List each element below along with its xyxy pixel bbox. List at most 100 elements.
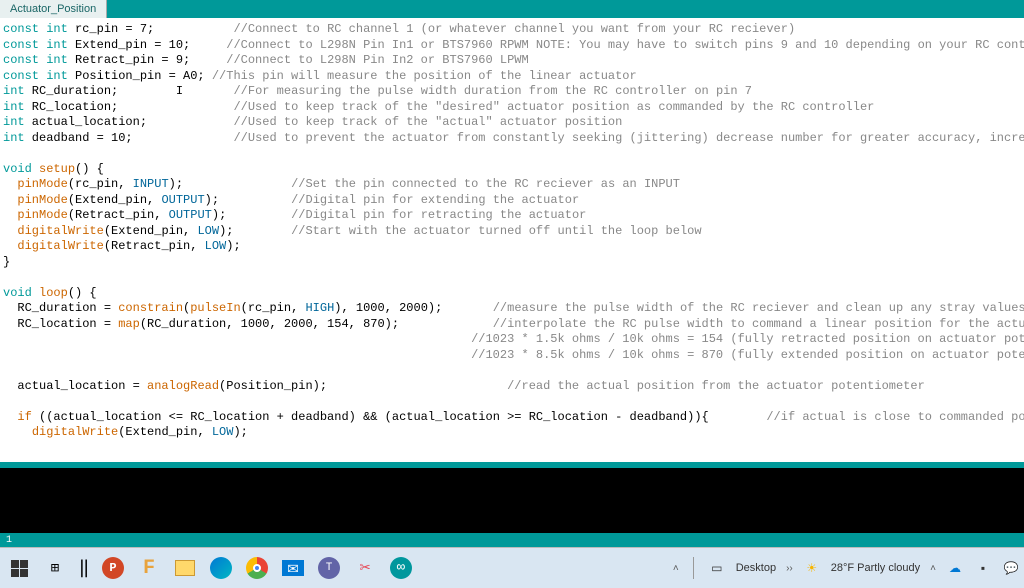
code-text: actual_location = — [3, 379, 147, 393]
code-text: RC_duration; — [25, 84, 119, 98]
code-text: (Retract_pin, — [68, 208, 169, 222]
comment: //Connect to L298N Pin In1 or BTS7960 RP… — [226, 38, 1024, 52]
comment: //measure the pulse width of the RC reci… — [493, 301, 1024, 315]
weather-text[interactable]: 28°F Partly cloudy — [831, 562, 920, 574]
constant: OUTPUT — [161, 193, 204, 207]
constant: LOW — [205, 239, 227, 253]
function-call: map — [118, 317, 140, 331]
code-text: ); — [219, 224, 233, 238]
mail-icon[interactable]: ✉ — [278, 553, 308, 583]
constant: OUTPUT — [169, 208, 212, 222]
task-view-button[interactable]: ⊞ — [40, 553, 70, 583]
code-text: (Retract_pin, — [104, 239, 205, 253]
code-text: RC_duration = — [3, 301, 118, 315]
desktop-label[interactable]: Desktop — [736, 562, 776, 574]
function-call: pulseIn — [190, 301, 240, 315]
comment: //Used to prevent the actuator from cons… — [233, 131, 1024, 145]
onedrive-icon[interactable]: ☁ — [946, 559, 964, 577]
code-text: ); — [169, 177, 183, 191]
teams-icon[interactable]: T — [314, 553, 344, 583]
keyword: int — [3, 131, 25, 145]
function-call: pinMode — [17, 208, 67, 222]
function-name: loop — [39, 286, 68, 300]
powerpoint-icon[interactable]: P — [98, 553, 128, 583]
arduino-icon[interactable]: ∞ — [386, 553, 416, 583]
comment: //This pin will measure the position of … — [205, 69, 637, 83]
windows-logo-icon — [11, 560, 28, 577]
chrome-icon[interactable] — [242, 553, 272, 583]
code-text: ), 1000, 2000); — [334, 301, 442, 315]
console-output[interactable] — [0, 468, 1024, 533]
battery-icon[interactable]: ▪ — [974, 559, 992, 577]
code-text: ); — [212, 208, 226, 222]
file-app-icon[interactable]: F — [134, 553, 164, 583]
function-call: constrain — [118, 301, 183, 315]
code-editor[interactable]: const int rc_pin = 7; //Connect to RC ch… — [0, 18, 1024, 462]
code-text: deadband = 10; — [25, 131, 133, 145]
keyword: const int — [3, 53, 68, 67]
comment: //read the actual position from the actu… — [507, 379, 925, 393]
constant: HIGH — [305, 301, 334, 315]
comment: //if actual is close to commanded positi… — [766, 410, 1024, 424]
comment: //Set the pin connected to the RC reciev… — [291, 177, 680, 191]
code-text: Position_pin = A0; — [68, 69, 205, 83]
code-text: RC_location = — [3, 317, 118, 331]
chevron-right-icon[interactable]: ›› — [786, 563, 793, 574]
comment: //1023 * 8.5k ohms / 10k ohms = 870 (ful… — [471, 348, 1024, 362]
comment: //1023 * 1.5k ohms / 10k ohms = 154 (ful… — [471, 332, 1024, 346]
notification-icon[interactable]: 💬 — [1002, 559, 1020, 577]
keyword: const int — [3, 38, 68, 52]
keyword-if: if — [3, 410, 32, 424]
code-text: ((actual_location <= RC_location + deadb… — [32, 410, 709, 424]
comment: //Digital pin for extending the actuator — [291, 193, 579, 207]
tab-actuator-position[interactable]: Actuator_Position — [0, 0, 107, 18]
code-text: (Position_pin); — [219, 379, 327, 393]
comment: //For measuring the pulse width duration… — [233, 84, 751, 98]
code-text: (Extend_pin, — [118, 425, 212, 439]
constant: INPUT — [133, 177, 169, 191]
tray-expand-icon[interactable]: ˄ — [930, 563, 936, 574]
function-call: digitalWrite — [32, 425, 118, 439]
tray-divider — [693, 557, 694, 579]
chevron-up-icon[interactable]: ˄ — [673, 563, 679, 574]
editor-tab-bar: Actuator_Position — [0, 0, 1024, 18]
windows-taskbar: ⊞ ‖ P F ✉ T ✂ ∞ ˄ ▭ Desktop ›› ☀ 28°F Pa… — [0, 547, 1024, 588]
keyword: int — [3, 100, 25, 114]
function-call: pinMode — [17, 193, 67, 207]
code-text: RC_location; — [25, 100, 119, 114]
desktop-peek-icon[interactable]: ▭ — [708, 559, 726, 577]
weather-icon: ☀ — [803, 559, 821, 577]
function-call: digitalWrite — [17, 239, 103, 253]
edge-icon[interactable] — [206, 553, 236, 583]
function-call: digitalWrite — [17, 224, 103, 238]
keyword: int — [3, 115, 25, 129]
code-text: ); — [205, 193, 219, 207]
status-bar: 1 — [0, 533, 1024, 547]
code-text: ); — [226, 239, 240, 253]
keyword: void — [3, 286, 32, 300]
constant: LOW — [197, 224, 219, 238]
file-explorer-icon[interactable] — [170, 553, 200, 583]
code-text: rc_pin = 7; — [68, 22, 154, 36]
keyword: const int — [3, 22, 68, 36]
text-cursor: I — [176, 84, 183, 98]
comment: //Used to keep track of the "desired" ac… — [233, 100, 874, 114]
start-button[interactable] — [4, 553, 34, 583]
function-call: analogRead — [147, 379, 219, 393]
code-text: Retract_pin = 9; — [68, 53, 190, 67]
editor-container: const int rc_pin = 7; //Connect to RC ch… — [0, 18, 1024, 547]
code-text: (Extend_pin, — [68, 193, 162, 207]
taskbar-tray: ˄ ▭ Desktop ›› ☀ 28°F Partly cloudy ˄ ☁ … — [673, 557, 1020, 579]
keyword: const int — [3, 69, 68, 83]
comment: //Digital pin for retracting the actuato… — [291, 208, 586, 222]
function-call: pinMode — [17, 177, 67, 191]
code-text: Extend_pin = 10; — [68, 38, 190, 52]
code-text: (rc_pin, — [241, 301, 306, 315]
comment: //Used to keep track of the "actual" act… — [233, 115, 622, 129]
comment: //Start with the actuator turned off unt… — [291, 224, 701, 238]
function-name: setup — [39, 162, 75, 176]
code-text: actual_location; — [25, 115, 147, 129]
code-text: (rc_pin, — [68, 177, 133, 191]
snip-icon[interactable]: ✂ — [350, 553, 380, 583]
comment: //interpolate the RC pulse width to comm… — [493, 317, 1024, 331]
